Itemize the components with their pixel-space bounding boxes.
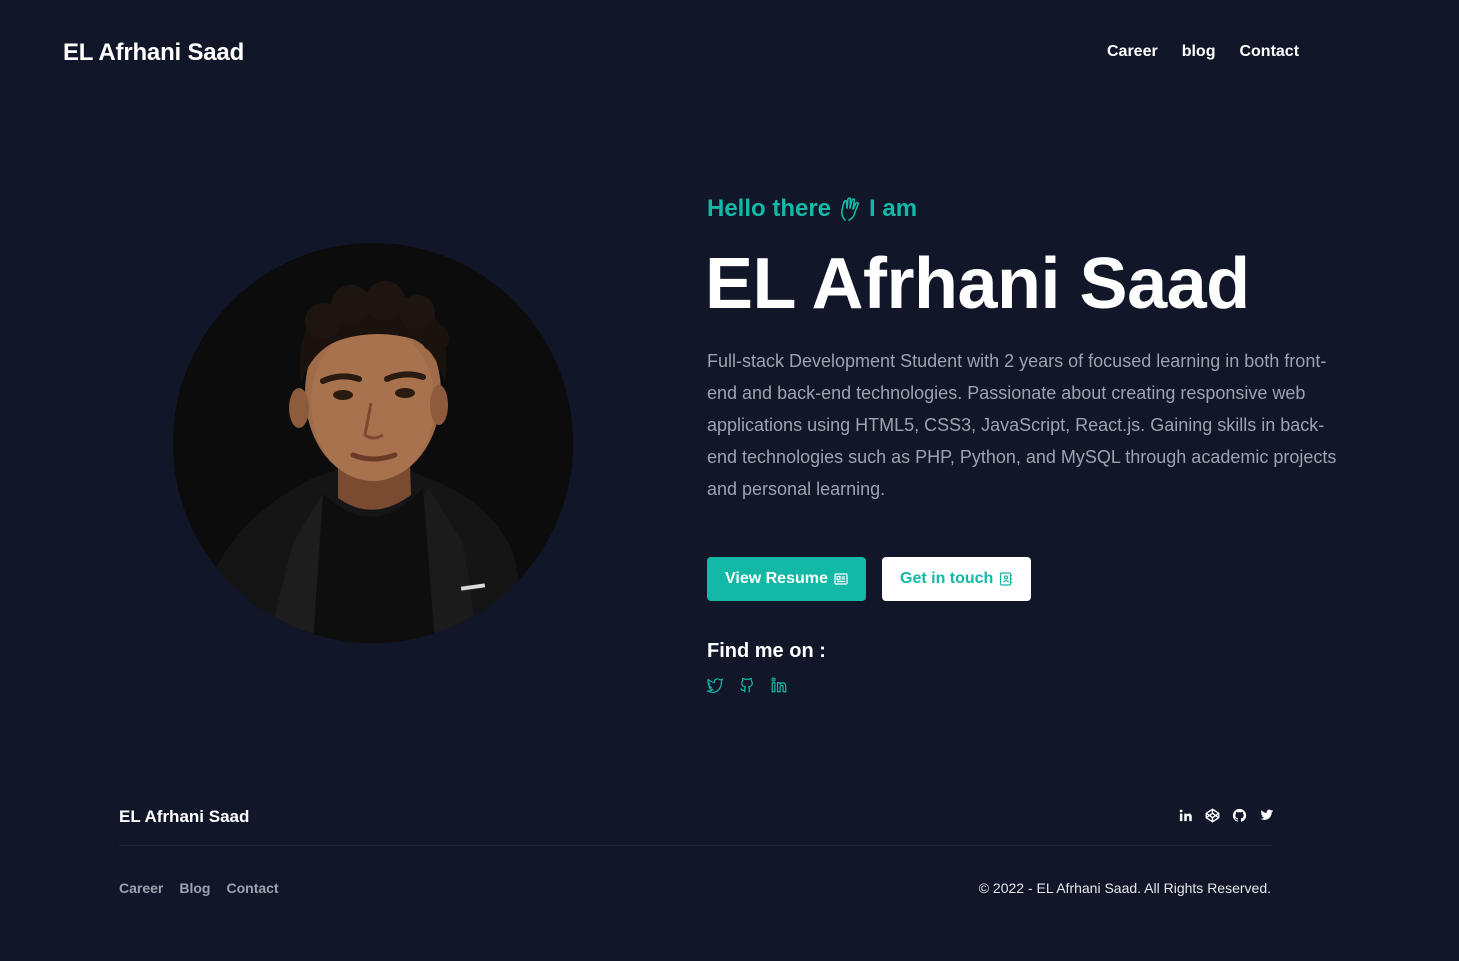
github-icon[interactable] [1232, 808, 1247, 823]
linkedin-icon[interactable] [1178, 808, 1193, 823]
nav-blog[interactable]: blog [1182, 43, 1216, 61]
view-resume-button[interactable]: View Resume [707, 557, 866, 601]
twitter-icon[interactable] [1259, 808, 1274, 823]
codepen-icon[interactable] [1205, 808, 1220, 823]
get-in-touch-button[interactable]: Get in touch [882, 557, 1031, 601]
footer-nav-career[interactable]: Career [119, 880, 163, 896]
footer-social-links [1178, 808, 1274, 823]
linkedin-icon[interactable] [770, 676, 788, 694]
main-nav: Career blog Contact [1107, 43, 1299, 61]
nav-career[interactable]: Career [1107, 43, 1158, 61]
footer-divider [119, 845, 1271, 846]
hero-social-links [706, 676, 788, 694]
twitter-icon[interactable] [706, 676, 724, 694]
greeting-text-1: Hello there [707, 195, 832, 222]
portfolio-page: EL Afrhani Saad Career blog Contact Hell… [0, 0, 1459, 961]
waving-hand-icon [839, 196, 861, 222]
footer-logo[interactable]: EL Afrhani Saad [119, 807, 249, 827]
hero-bio: Full-stack Development Student with 2 ye… [707, 351, 1337, 499]
copyright-text: © 2022 - EL Afrhani Saad. All Rights Res… [978, 880, 1271, 896]
footer-nav: Career Blog Contact [119, 880, 279, 896]
find-me-title: Find me on : [707, 640, 826, 662]
footer-nav-blog[interactable]: Blog [179, 880, 210, 896]
footer-nav-contact[interactable]: Contact [226, 880, 278, 896]
view-resume-label: View Resume [725, 570, 828, 587]
github-icon[interactable] [738, 676, 756, 694]
hero-greeting: Hello there I am [707, 195, 917, 223]
profile-photo [173, 243, 573, 643]
hero-name: EL Afrhani Saad [705, 244, 1250, 324]
get-in-touch-label: Get in touch [900, 570, 994, 587]
nav-contact[interactable]: Contact [1239, 43, 1299, 61]
greeting-text-2: I am [869, 195, 918, 222]
contact-book-icon [999, 572, 1013, 586]
resume-icon [834, 572, 848, 586]
site-logo[interactable]: EL Afrhani Saad [63, 39, 244, 67]
